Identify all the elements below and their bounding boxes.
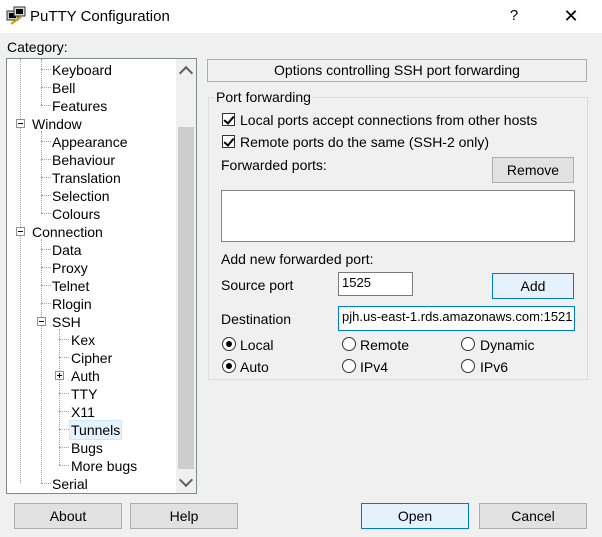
tree-item-cipher[interactable]: Cipher bbox=[71, 349, 112, 367]
remote-same-label[interactable]: Remote ports do the same (SSH-2 only) bbox=[240, 134, 489, 150]
title-bar: PuTTY Configuration ? ✕ bbox=[0, 0, 602, 33]
scroll-thumb[interactable] bbox=[178, 127, 194, 469]
category-label: Category: bbox=[7, 39, 68, 55]
destination-label: Destination bbox=[221, 311, 292, 327]
tree-item-bell[interactable]: Bell bbox=[52, 79, 75, 97]
tree-guide bbox=[59, 393, 69, 394]
auto-radio[interactable] bbox=[222, 359, 236, 373]
tree-guide bbox=[41, 213, 51, 214]
destination-input[interactable]: pjh.us-east-1.rds.amazonaws.com:1521 bbox=[338, 306, 575, 331]
tree-guide bbox=[41, 195, 51, 196]
tree-guide bbox=[59, 429, 69, 430]
scroll-up-button[interactable] bbox=[176, 59, 196, 81]
window-title: PuTTY Configuration bbox=[30, 8, 170, 25]
tree-item-bugs[interactable]: Bugs bbox=[71, 439, 103, 457]
source-port-input[interactable]: 1525 bbox=[338, 272, 413, 296]
tree-item-tunnels[interactable]: Tunnels bbox=[68, 420, 123, 440]
collapse-window-icon[interactable] bbox=[16, 119, 25, 128]
tree-item-x11[interactable]: X11 bbox=[71, 403, 95, 421]
source-port-label: Source port bbox=[221, 277, 294, 293]
tree-guide bbox=[41, 105, 51, 106]
remove-button[interactable]: Remove bbox=[492, 157, 574, 183]
ipv6-radio-label[interactable]: IPv6 bbox=[480, 359, 508, 375]
tree-guide bbox=[59, 357, 69, 358]
add-button[interactable]: Add bbox=[492, 273, 574, 299]
collapse-ssh-icon[interactable] bbox=[37, 317, 46, 326]
forwarded-ports-label: Forwarded ports: bbox=[221, 157, 327, 173]
tree-guide bbox=[41, 285, 51, 286]
tree-guide bbox=[41, 87, 51, 88]
tree-guide bbox=[41, 59, 42, 105]
help-button[interactable]: Help bbox=[130, 503, 238, 529]
tree-guide bbox=[41, 249, 51, 250]
scroll-down-button[interactable] bbox=[176, 471, 196, 493]
tree-item-ssh[interactable]: SSH bbox=[52, 313, 81, 331]
tree-item-data[interactable]: Data bbox=[52, 241, 82, 259]
putty-icon bbox=[6, 6, 26, 26]
tree-item-rlogin[interactable]: Rlogin bbox=[52, 295, 92, 313]
tree-guide bbox=[59, 329, 60, 465]
tree-guide bbox=[41, 303, 51, 304]
dynamic-radio-label[interactable]: Dynamic bbox=[480, 337, 534, 353]
remote-radio-label[interactable]: Remote bbox=[360, 337, 409, 353]
tree-guide bbox=[41, 239, 42, 483]
tree-guide bbox=[41, 267, 51, 268]
tree-guide bbox=[59, 339, 69, 340]
forwarded-ports-list[interactable] bbox=[221, 190, 575, 242]
local-radio[interactable] bbox=[222, 337, 236, 351]
tree-item-serial[interactable]: Serial bbox=[52, 475, 88, 493]
tree-item-telnet[interactable]: Telnet bbox=[52, 277, 89, 295]
tree-item-more-bugs[interactable]: More bugs bbox=[71, 457, 137, 475]
local-radio-label[interactable]: Local bbox=[240, 337, 273, 353]
tree-item-proxy[interactable]: Proxy bbox=[52, 259, 88, 277]
chevron-up-icon bbox=[178, 65, 194, 81]
help-title-button[interactable]: ? bbox=[500, 4, 528, 28]
ipv6-radio[interactable] bbox=[461, 359, 475, 373]
ipv4-radio-label[interactable]: IPv4 bbox=[360, 359, 388, 375]
tree-item-translation[interactable]: Translation bbox=[52, 169, 121, 187]
tree-item-selection[interactable]: Selection bbox=[52, 187, 110, 205]
local-accept-checkbox[interactable] bbox=[222, 113, 235, 126]
remote-same-checkbox[interactable] bbox=[222, 135, 235, 148]
panel-header: Options controlling SSH port forwarding bbox=[207, 59, 587, 82]
destination-value: pjh.us-east-1.rds.amazonaws.com:1521 bbox=[342, 309, 573, 324]
remote-radio[interactable] bbox=[342, 337, 356, 351]
tree-guide bbox=[41, 159, 51, 160]
about-button[interactable]: About bbox=[14, 503, 122, 529]
close-icon[interactable]: ✕ bbox=[556, 4, 586, 28]
tree-guide bbox=[41, 69, 51, 70]
open-button[interactable]: Open bbox=[361, 503, 469, 529]
cancel-button[interactable]: Cancel bbox=[479, 503, 587, 529]
category-tree[interactable]: Keyboard Bell Features Window Appearance… bbox=[6, 58, 197, 494]
tree-item-behaviour[interactable]: Behaviour bbox=[52, 151, 115, 169]
tree-item-auth[interactable]: Auth bbox=[71, 367, 100, 385]
dynamic-radio[interactable] bbox=[461, 337, 475, 351]
chevron-down-icon bbox=[178, 472, 194, 488]
port-forwarding-title: Port forwarding bbox=[214, 89, 313, 105]
tree-guide bbox=[41, 177, 51, 178]
tree-item-keyboard[interactable]: Keyboard bbox=[52, 61, 112, 79]
tree-item-colours[interactable]: Colours bbox=[52, 205, 100, 223]
tree-item-appearance[interactable]: Appearance bbox=[52, 133, 128, 151]
collapse-connection-icon[interactable] bbox=[16, 227, 25, 236]
tree-item-connection[interactable]: Connection bbox=[32, 223, 103, 241]
tree-scrollbar[interactable] bbox=[176, 59, 196, 493]
ipv4-radio[interactable] bbox=[342, 359, 356, 373]
add-new-port-label: Add new forwarded port: bbox=[221, 251, 374, 267]
tree-guide bbox=[41, 141, 51, 142]
local-accept-label[interactable]: Local ports accept connections from othe… bbox=[240, 112, 537, 128]
tree-item-features[interactable]: Features bbox=[52, 97, 107, 115]
auto-radio-label[interactable]: Auto bbox=[240, 359, 269, 375]
tree-item-window[interactable]: Window bbox=[32, 115, 82, 133]
tree-item-kex[interactable]: Kex bbox=[71, 331, 95, 349]
tree-guide bbox=[41, 131, 42, 213]
tree-guide bbox=[59, 411, 69, 412]
tree-guide bbox=[41, 483, 51, 484]
tree-guide bbox=[59, 447, 69, 448]
tree-item-tty[interactable]: TTY bbox=[71, 385, 97, 403]
expand-auth-icon[interactable] bbox=[55, 371, 64, 380]
tree-guide bbox=[59, 465, 69, 466]
